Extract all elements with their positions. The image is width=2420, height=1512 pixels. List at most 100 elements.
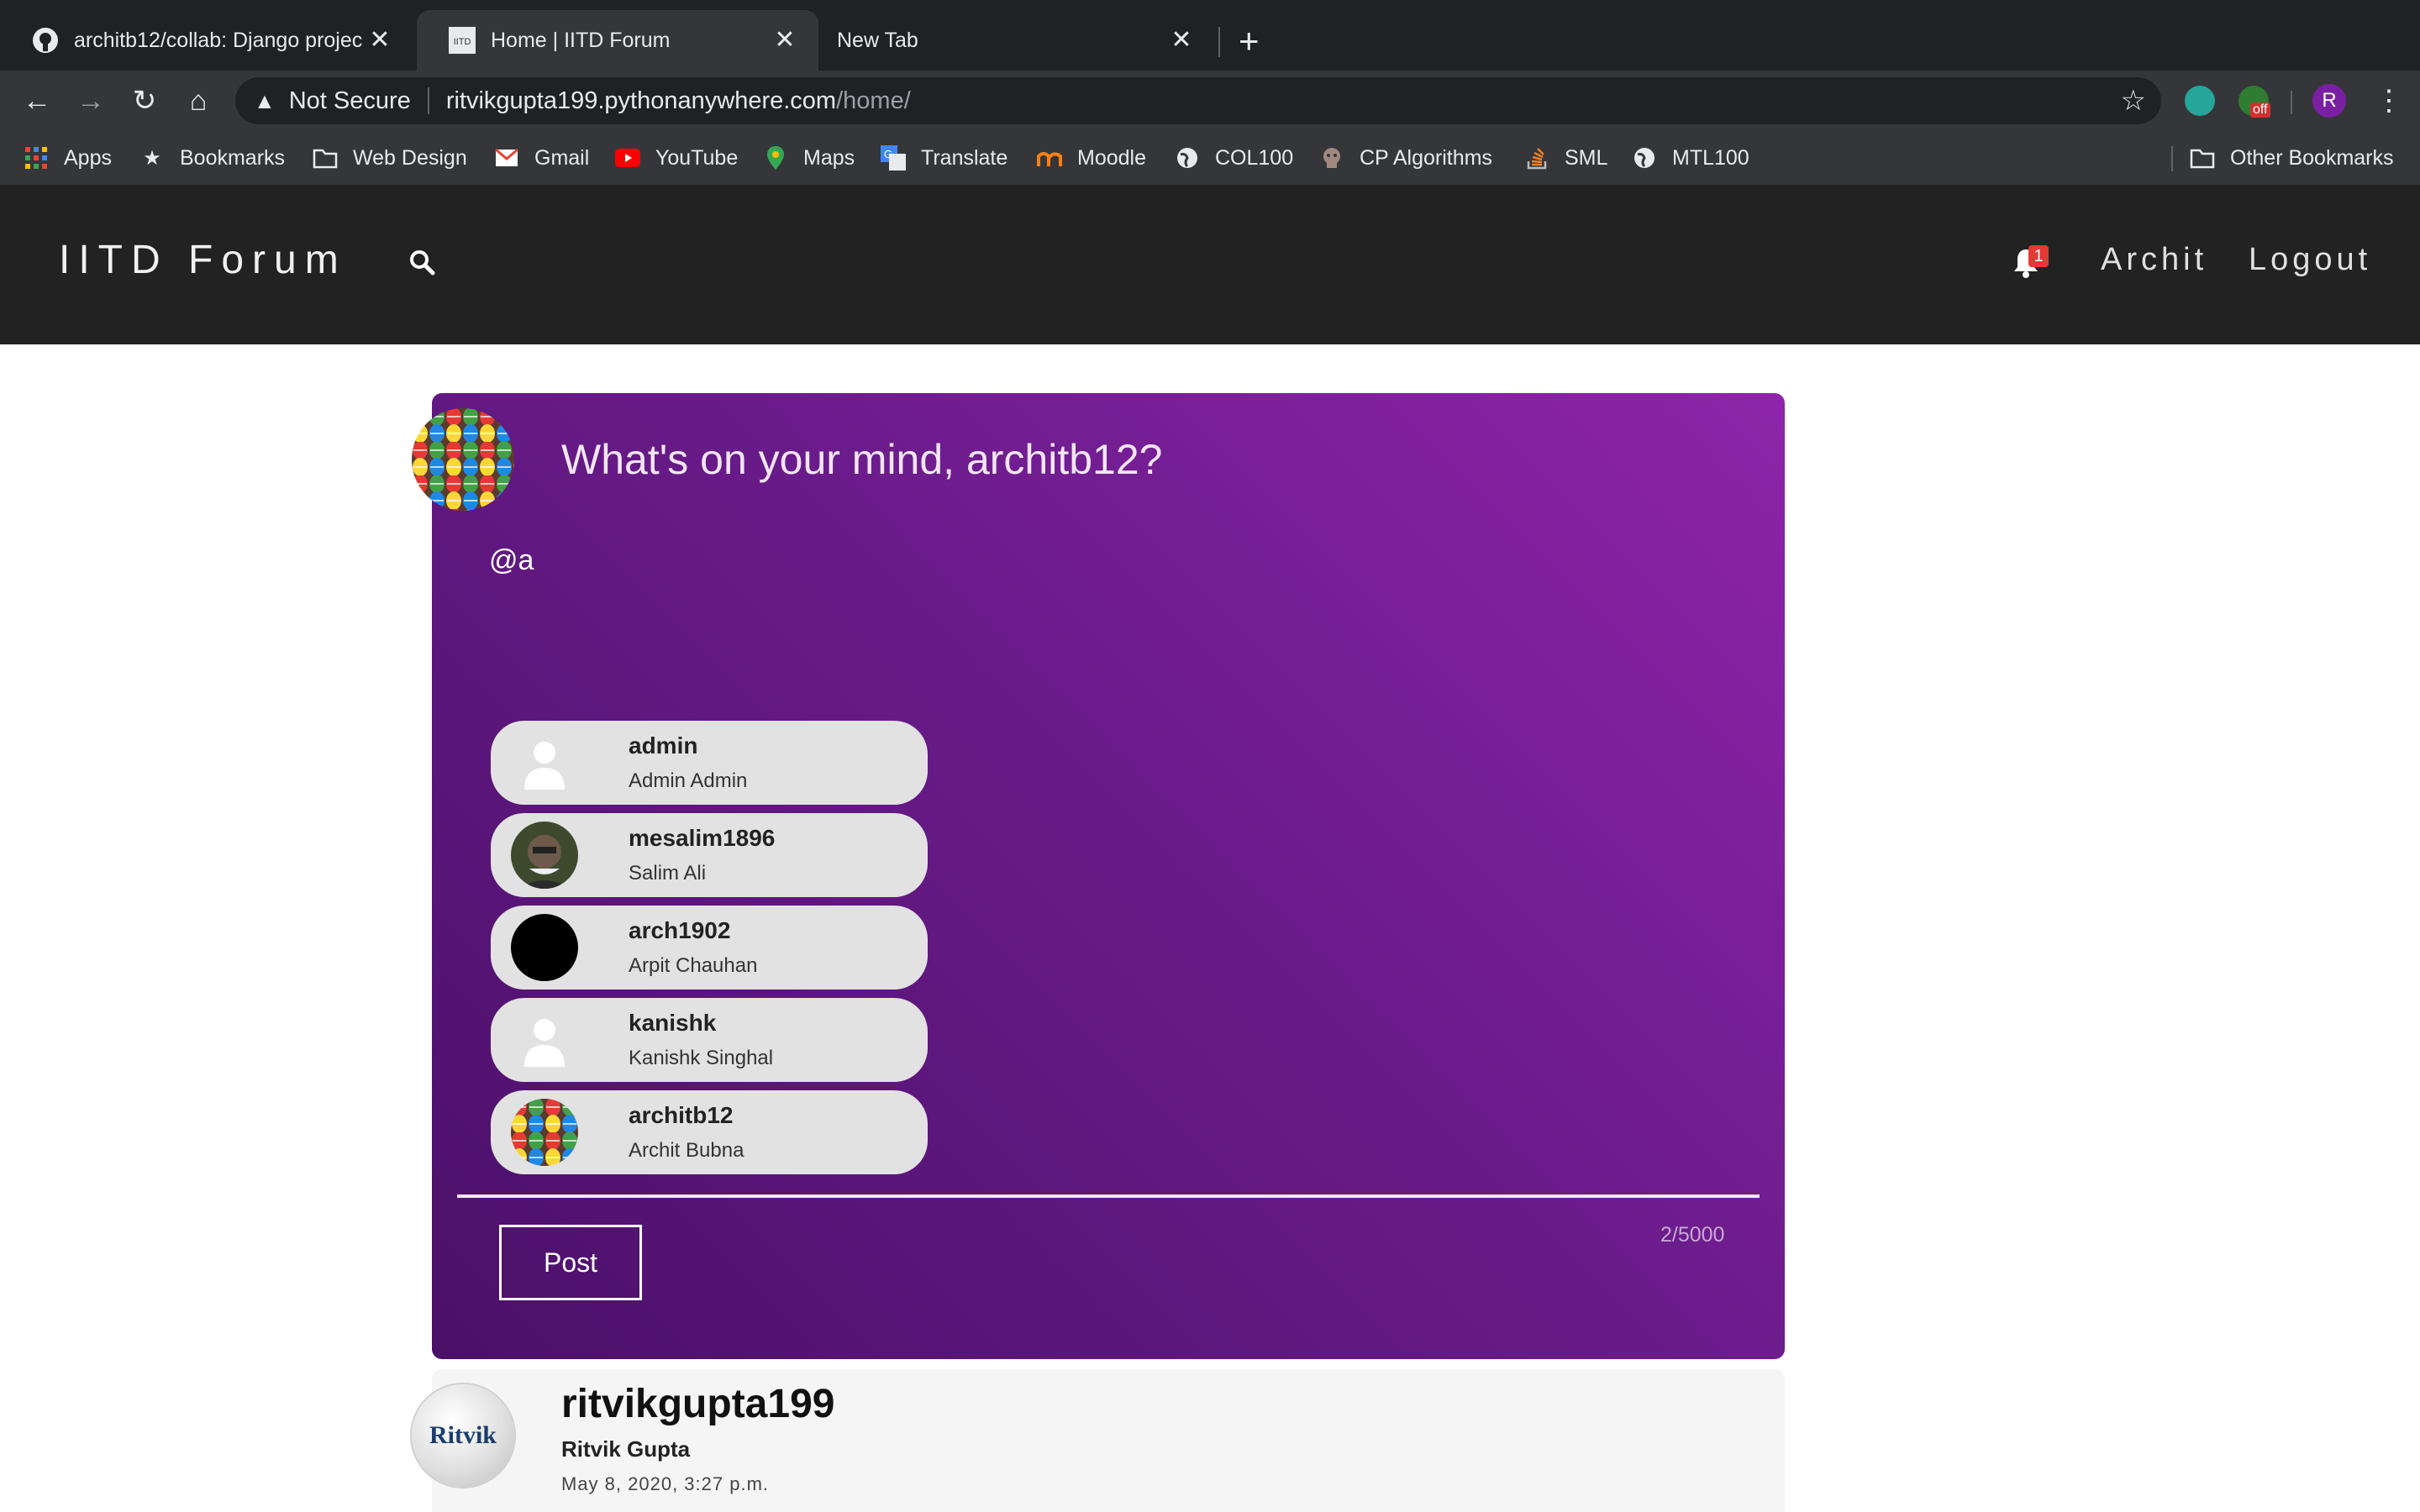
mention-username: admin xyxy=(629,732,698,759)
warning-icon[interactable]: ▲ xyxy=(254,88,276,114)
eggs-avatar xyxy=(511,1099,578,1166)
bookmark-youtube[interactable]: YouTube xyxy=(615,141,738,175)
bookmark-moodle[interactable]: Moodle xyxy=(1037,141,1146,175)
tab-github[interactable]: architb12/collab: Django projec ✕ xyxy=(0,10,413,71)
globe-icon xyxy=(1632,145,1657,171)
profile-avatar[interactable]: R xyxy=(2312,84,2346,118)
bookmark-label: Bookmarks xyxy=(180,145,286,170)
translate-icon: G xyxy=(881,145,906,171)
gmail-icon xyxy=(494,145,519,171)
mention-full-name: Admin Admin xyxy=(629,769,748,792)
nav-user-link[interactable]: Archit xyxy=(2101,242,2207,278)
tab-label: New Tab xyxy=(837,28,918,52)
character-counter: 2/5000 xyxy=(1660,1223,1725,1247)
bookmark-label: Apps xyxy=(64,145,112,170)
bookmark-mtl100[interactable]: MTL100 xyxy=(1632,141,1749,175)
notification-badge: 1 xyxy=(2028,245,2049,267)
url-host[interactable]: ritvikgupta199.pythonanywhere.com xyxy=(446,87,836,115)
composer-prompt: What's on your mind, architb12? xyxy=(561,436,1163,483)
address-bar[interactable]: ▲ Not Secure ritvikgupta199.pythonanywhe… xyxy=(235,77,2161,124)
bookmark-maps[interactable]: Maps xyxy=(763,141,855,175)
post-author-username[interactable]: ritvikgupta199 xyxy=(561,1381,834,1427)
post-text-input[interactable]: @a xyxy=(489,544,534,577)
composer-divider xyxy=(457,1194,1760,1198)
bookmark-apps[interactable]: Apps xyxy=(24,141,112,175)
home-icon[interactable]: ⌂ xyxy=(182,84,215,118)
post-button[interactable]: Post xyxy=(499,1225,642,1300)
iitd-favicon-icon: IITD xyxy=(449,27,476,54)
svg-text:IITD: IITD xyxy=(454,37,471,47)
post-author-full-name: Ritvik Gupta xyxy=(561,1436,691,1462)
extension-badge: off xyxy=(2250,102,2270,118)
grammarly-extension-icon[interactable]: off xyxy=(2238,86,2270,118)
mention-suggestion-item[interactable]: arch1902 Arpit Chauhan xyxy=(491,906,928,990)
menu-kebab-icon[interactable]: ⋮ xyxy=(2375,84,2403,118)
mention-username: kanishk xyxy=(629,1010,717,1036)
browser-toolbar: ← → ↻ ⌂ ▲ Not Secure ritvikgupta199.pyth… xyxy=(0,71,2420,131)
bookmark-cp-algorithms[interactable]: CP Algorithms xyxy=(1319,141,1492,175)
bookmark-sml[interactable]: SML xyxy=(1524,141,1607,175)
apps-grid-icon xyxy=(24,145,49,171)
youtube-icon xyxy=(615,145,640,171)
bookmark-bookmarks[interactable]: ★ Bookmarks xyxy=(139,141,285,175)
bookmark-gmail[interactable]: Gmail xyxy=(494,141,589,175)
bookmarks-divider xyxy=(2171,146,2173,171)
close-tab-icon[interactable]: ✕ xyxy=(771,27,798,54)
toolbar-divider xyxy=(2291,91,2292,114)
url-path[interactable]: /home/ xyxy=(836,87,911,115)
bookmark-label: Maps xyxy=(803,145,855,170)
folder-icon xyxy=(2190,145,2215,171)
current-user-avatar xyxy=(412,408,514,511)
black-avatar xyxy=(511,914,578,981)
bookmark-label: CP Algorithms xyxy=(1360,145,1492,170)
mention-full-name: Arpit Chauhan xyxy=(629,954,758,977)
tab-label: architb12/collab: Django projec xyxy=(74,28,363,52)
mention-full-name: Salim Ali xyxy=(629,862,707,885)
bookmark-label: MTL100 xyxy=(1672,145,1749,170)
close-tab-icon[interactable]: ✕ xyxy=(1168,27,1195,54)
github-icon xyxy=(32,27,59,54)
bookmark-label: COL100 xyxy=(1215,145,1294,170)
mention-full-name: Kanishk Singhal xyxy=(629,1047,774,1069)
reload-icon[interactable]: ↻ xyxy=(128,84,161,118)
folder-icon xyxy=(313,145,338,171)
globe-icon xyxy=(1175,145,1200,171)
post-author-avatar[interactable]: Ritvik xyxy=(412,1384,514,1487)
mention-suggestion-item[interactable]: kanishk Kanishk Singhal xyxy=(491,998,928,1082)
mention-username: mesalim1896 xyxy=(629,825,776,851)
tab-label: Home | IITD Forum xyxy=(491,28,671,52)
mention-username: architb12 xyxy=(629,1102,734,1128)
extension-icon[interactable] xyxy=(2185,86,2215,116)
bookmark-label: Translate xyxy=(921,145,1008,170)
close-tab-icon[interactable]: ✕ xyxy=(366,27,393,54)
post-timestamp: May 8, 2020, 3:27 p.m. xyxy=(561,1473,770,1494)
security-status[interactable]: Not Secure xyxy=(289,87,411,115)
mention-suggestion-item[interactable]: architb12 Archit Bubna xyxy=(491,1090,928,1174)
default-avatar-icon xyxy=(511,729,578,796)
user-photo-avatar xyxy=(511,822,578,889)
stack-icon xyxy=(1524,145,1549,171)
tab-iitd-forum[interactable]: IITD Home | IITD Forum ✕ xyxy=(417,10,818,71)
new-tab-button[interactable]: + xyxy=(1239,24,1260,59)
bookmark-label: YouTube xyxy=(655,145,739,170)
bookmark-star-icon[interactable]: ☆ xyxy=(2121,84,2146,118)
tab-new-tab[interactable]: New Tab ✕ xyxy=(820,10,1215,71)
back-icon[interactable]: ← xyxy=(20,84,54,118)
star-icon: ★ xyxy=(143,146,161,170)
bookmark-other-bookmarks[interactable]: Other Bookmarks xyxy=(2190,141,2394,175)
mention-suggestion-item[interactable]: mesalim1896 Salim Ali xyxy=(491,813,928,897)
search-icon[interactable] xyxy=(408,249,435,280)
nav-logout-link[interactable]: Logout xyxy=(2249,242,2371,278)
moodle-icon xyxy=(1037,145,1062,171)
bookmark-translate[interactable]: G Translate xyxy=(881,141,1007,175)
site-brand[interactable]: IITD Forum xyxy=(59,237,347,283)
bookmark-label: Moodle xyxy=(1077,145,1146,170)
cp-icon xyxy=(1319,145,1344,171)
bookmark-label: SML xyxy=(1565,145,1608,170)
bookmark-web-design[interactable]: Web Design xyxy=(313,141,467,175)
forward-icon[interactable]: → xyxy=(74,84,108,118)
mention-suggestion-item[interactable]: admin Admin Admin xyxy=(491,721,928,805)
omnibox-divider xyxy=(427,87,429,114)
mention-full-name: Archit Bubna xyxy=(629,1139,744,1162)
bookmark-col100[interactable]: COL100 xyxy=(1175,141,1293,175)
